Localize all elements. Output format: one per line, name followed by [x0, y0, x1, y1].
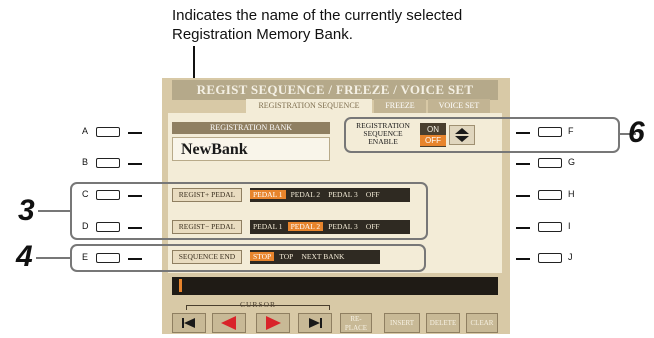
- panel-button-a[interactable]: [96, 127, 120, 137]
- button-a-line: [128, 132, 142, 134]
- cursor-bracket: [186, 305, 330, 310]
- tab-freeze[interactable]: FREEZE: [374, 99, 426, 113]
- cursor-first-button[interactable]: [172, 313, 206, 333]
- panel-button-i[interactable]: [538, 222, 562, 232]
- callout-line-4: [36, 257, 70, 259]
- callout-box-6: [344, 117, 620, 153]
- sequence-cursor-marker: [179, 279, 182, 292]
- button-h-line: [516, 195, 530, 197]
- caption: Indicates the name of the currently sele…: [172, 6, 592, 44]
- button-g-line: [516, 163, 530, 165]
- panel-button-b[interactable]: [96, 158, 120, 168]
- bank-label: REGISTRATION BANK: [172, 122, 330, 134]
- button-a-letter: A: [82, 126, 89, 136]
- insert-button[interactable]: INSERT: [384, 313, 420, 333]
- sequence-bar: [172, 277, 498, 295]
- replace-button[interactable]: RE-PLACE: [340, 313, 372, 333]
- button-i-line: [516, 227, 530, 229]
- caption-line-1: Indicates the name of the currently sele…: [172, 7, 463, 24]
- clear-button[interactable]: CLEAR: [466, 313, 498, 333]
- panel-button-h[interactable]: [538, 190, 562, 200]
- tab-voice-set[interactable]: VOICE SET: [428, 99, 490, 113]
- button-i-letter: I: [568, 221, 571, 231]
- callout-box-3: [70, 182, 428, 240]
- button-g-letter: G: [568, 157, 576, 167]
- callout-number-6: 6: [628, 116, 645, 149]
- panel-button-j[interactable]: [538, 253, 562, 263]
- arrow-right-icon: [266, 316, 281, 330]
- delete-button[interactable]: DELETE: [426, 313, 460, 333]
- cursor-right-button[interactable]: [256, 313, 290, 333]
- tab-registration-sequence[interactable]: REGISTRATION SEQUENCE: [246, 99, 372, 113]
- arrow-left-icon: [221, 316, 236, 330]
- screen-title: REGIST SEQUENCE / FREEZE / VOICE SET: [172, 80, 498, 100]
- button-b-line: [128, 163, 142, 165]
- cursor-last-button[interactable]: [298, 313, 332, 333]
- skip-back-icon: [182, 318, 195, 328]
- button-h-letter: H: [568, 189, 575, 199]
- callout-box-4: [70, 244, 426, 272]
- callout-number-3: 3: [18, 194, 35, 227]
- button-j-letter: J: [568, 252, 573, 262]
- callout-number-4: 4: [16, 240, 33, 273]
- cursor-left-button[interactable]: [212, 313, 246, 333]
- button-j-line: [516, 258, 530, 260]
- callout-line-3: [38, 210, 70, 212]
- caption-line-2: Registration Memory Bank.: [172, 26, 353, 43]
- skip-forward-icon: [309, 318, 322, 328]
- bank-name-field[interactable]: NewBank: [172, 137, 330, 161]
- button-b-letter: B: [82, 157, 89, 167]
- panel-button-g[interactable]: [538, 158, 562, 168]
